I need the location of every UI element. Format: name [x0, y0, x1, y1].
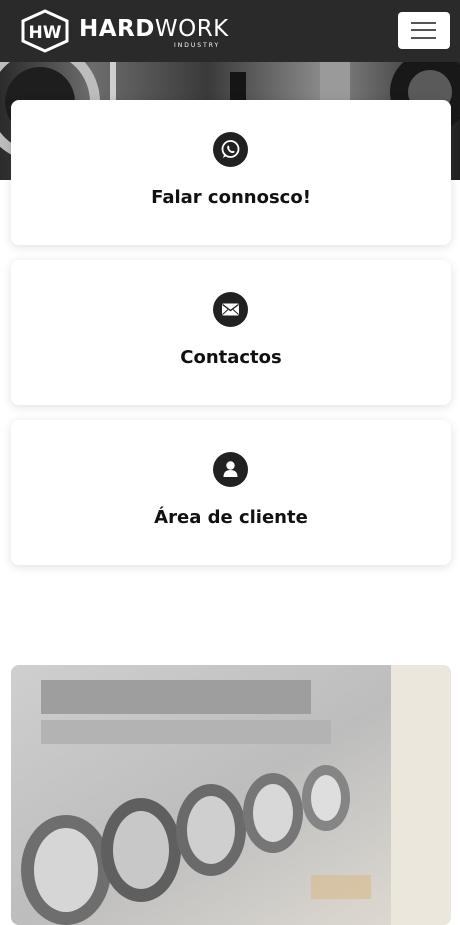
- brand-name-bold: HARD: [79, 16, 155, 42]
- card-title: Área de cliente: [154, 507, 308, 528]
- user-icon: [213, 452, 248, 487]
- brand-logo[interactable]: HW HARDWORK INDUSTRY: [19, 9, 239, 53]
- hamburger-menu-icon: [411, 29, 436, 31]
- hamburger-menu-icon: [411, 37, 436, 39]
- menu-toggle-button[interactable]: [398, 12, 450, 49]
- brand-tagline: INDUSTRY: [174, 42, 221, 49]
- envelope-icon: [213, 292, 248, 327]
- brand-name: HARDWORK: [79, 14, 229, 44]
- whatsapp-icon: [213, 132, 248, 167]
- brand-name-light: WORK: [154, 16, 229, 42]
- hw-logo-mark-icon: HW: [21, 9, 69, 53]
- card-contactos[interactable]: Contactos: [11, 260, 451, 405]
- card-falar-connosco[interactable]: Falar connosco!: [11, 100, 451, 245]
- svg-text:HW: HW: [29, 23, 62, 43]
- card-title: Contactos: [180, 347, 282, 368]
- hamburger-menu-icon: [411, 22, 436, 24]
- navbar: HW HARDWORK INDUSTRY: [0, 0, 460, 62]
- laundry-machines-image: [11, 665, 451, 925]
- card-title: Falar connosco!: [151, 187, 311, 208]
- card-area-de-cliente[interactable]: Área de cliente: [11, 420, 451, 565]
